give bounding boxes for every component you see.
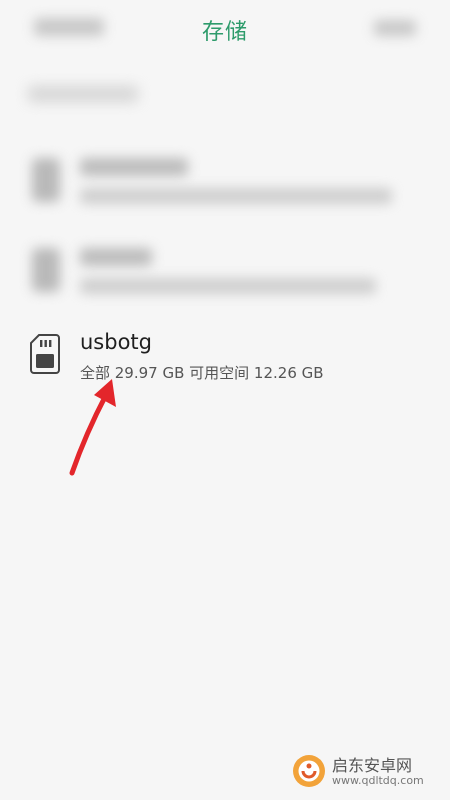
storage-item-title — [80, 158, 188, 176]
red-arrow-icon — [69, 379, 116, 476]
sd-card-icon — [30, 334, 60, 374]
section-label — [28, 86, 138, 102]
phone-icon — [32, 158, 60, 202]
watermark-logo-icon — [293, 755, 325, 787]
storage-item-name: usbotg — [80, 330, 152, 354]
storage-item-title — [80, 248, 152, 266]
storage-item-detail — [80, 188, 392, 204]
sd-card-icon — [32, 248, 60, 292]
storage-item-blurred[interactable] — [24, 148, 426, 228]
storage-item-detail — [80, 278, 376, 294]
watermark: 启东安卓网 www.qdltdq.com — [292, 748, 442, 794]
watermark-name: 启东安卓网 — [332, 756, 413, 775]
top-bar: 存储 — [0, 0, 450, 60]
top-right-button[interactable] — [374, 20, 416, 36]
storage-item-blurred[interactable] — [24, 238, 426, 318]
watermark-url: www.qdltdq.com — [332, 774, 424, 787]
